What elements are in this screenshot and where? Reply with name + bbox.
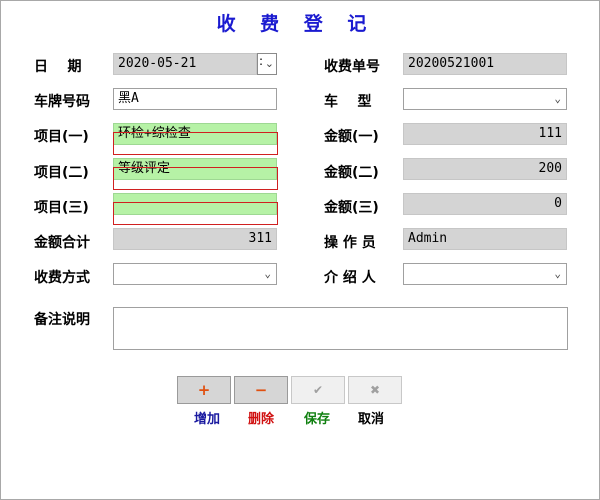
pay-method-label: 收费方式 xyxy=(34,270,90,286)
cancel-button[interactable]: ✖ xyxy=(348,376,402,404)
date-picker-button[interactable]: : ⌄ xyxy=(257,53,277,75)
remark-label: 备注说明 xyxy=(34,312,90,328)
minus-icon: − xyxy=(254,381,268,399)
amount2-field[interactable]: 200 xyxy=(403,158,567,180)
amount3-field[interactable]: 0 xyxy=(403,193,567,215)
pay-method-select[interactable]: ⌄ xyxy=(113,263,277,285)
amount1-label: 金额(一) xyxy=(324,129,379,145)
add-button[interactable]: + xyxy=(177,376,231,404)
item1-input[interactable]: 环检+综检查 xyxy=(113,123,277,145)
car-type-select[interactable]: ⌄ xyxy=(403,88,567,110)
x-icon: ✖ xyxy=(369,383,381,397)
cancel-button-label[interactable]: 取消 xyxy=(344,408,398,427)
checkmark-icon: ✔ xyxy=(312,383,324,397)
item3-input[interactable] xyxy=(113,193,277,215)
date-field[interactable]: 2020-05-21 xyxy=(113,53,257,75)
spin-up-down-icon: : xyxy=(259,54,264,68)
fee-registration-window: 收 费 登 记 日 期 2020-05-21 : ⌄ 收费单号 20200521… xyxy=(0,0,600,500)
add-button-label[interactable]: 增加 xyxy=(180,408,234,427)
plate-label: 车牌号码 xyxy=(34,94,90,110)
item1-label: 项目(一) xyxy=(34,129,89,145)
item2-input[interactable]: 等级评定 xyxy=(113,158,277,180)
referrer-label: 介 绍 人 xyxy=(324,270,376,286)
form-title: 收 费 登 记 xyxy=(216,13,376,35)
operator-field: Admin xyxy=(403,228,567,250)
operator-label: 操 作 员 xyxy=(324,235,376,251)
amount1-field[interactable]: 111 xyxy=(403,123,567,145)
delete-button[interactable]: − xyxy=(234,376,288,404)
plate-input[interactable]: 黑A xyxy=(113,88,277,110)
chevron-down-icon: ⌄ xyxy=(554,267,561,280)
remark-textarea[interactable] xyxy=(113,307,568,350)
plus-icon: + xyxy=(197,381,211,399)
item2-label: 项目(二) xyxy=(34,165,89,181)
car-type-label: 车 型 xyxy=(324,94,372,110)
total-label: 金额合计 xyxy=(34,235,90,251)
delete-button-label[interactable]: 删除 xyxy=(234,408,288,427)
item3-label: 项目(三) xyxy=(34,200,89,216)
chevron-down-icon: ⌄ xyxy=(264,267,271,280)
chevron-down-icon: ⌄ xyxy=(264,57,274,70)
receipt-no-field: 20200521001 xyxy=(403,53,567,75)
amount2-label: 金额(二) xyxy=(324,165,379,181)
amount3-label: 金额(三) xyxy=(324,200,379,216)
date-label: 日 期 xyxy=(34,59,82,75)
referrer-select[interactable]: ⌄ xyxy=(403,263,567,285)
save-button[interactable]: ✔ xyxy=(291,376,345,404)
save-button-label[interactable]: 保存 xyxy=(290,408,344,427)
total-field: 311 xyxy=(113,228,277,250)
receipt-no-label: 收费单号 xyxy=(324,59,380,75)
chevron-down-icon: ⌄ xyxy=(554,92,561,105)
